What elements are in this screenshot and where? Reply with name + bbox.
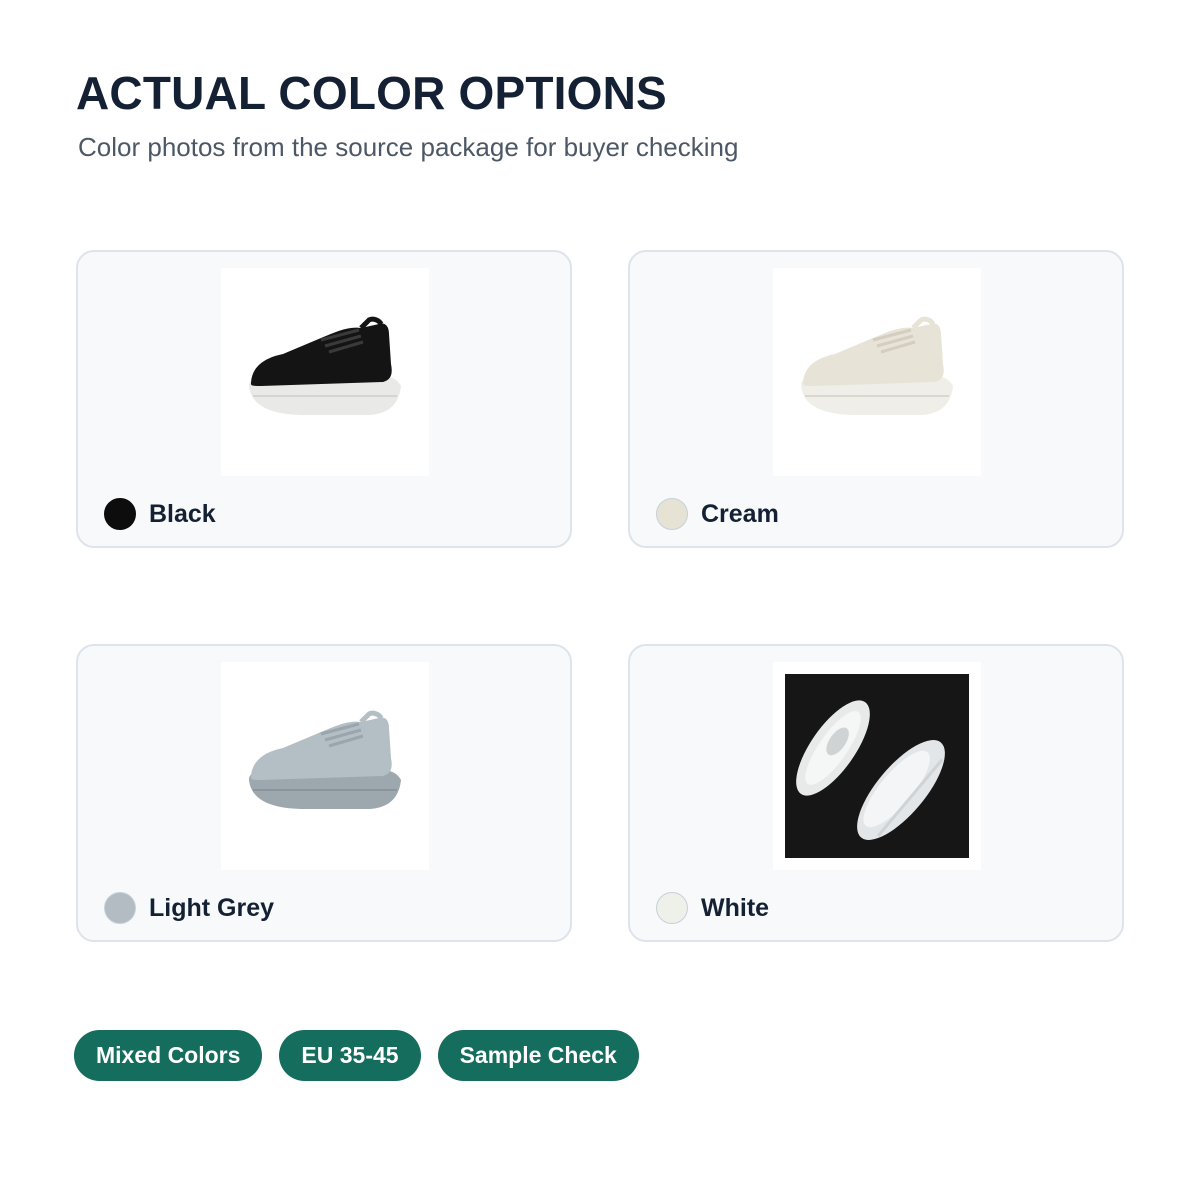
color-label-cream: Cream (701, 500, 779, 528)
black-swatch (104, 498, 136, 530)
tag-mixed-colors[interactable]: Mixed Colors (74, 1030, 263, 1081)
white-swatch (656, 892, 688, 924)
tag-list: Mixed Colors EU 35-45 Sample Check (74, 1030, 639, 1081)
color-option-card-light-grey[interactable]: Light Grey (76, 644, 572, 942)
color-label-black: Black (149, 500, 216, 528)
color-label-white: White (701, 894, 770, 922)
light-grey-swatch (104, 892, 136, 924)
page-subtitle: Color photos from the source package for… (78, 132, 739, 162)
white-sneaker-pair-photo (773, 662, 981, 870)
black-sneaker-photo (221, 268, 429, 476)
cream-swatch (656, 498, 688, 530)
tag-size-range[interactable]: EU 35-45 (279, 1030, 421, 1081)
color-option-card-white[interactable]: White (628, 644, 1124, 942)
tag-sample-check[interactable]: Sample Check (437, 1030, 639, 1081)
color-label-light-grey: Light Grey (149, 894, 275, 922)
color-option-card-black[interactable]: Black (76, 250, 572, 548)
page-title: ACTUAL COLOR OPTIONS (76, 67, 667, 119)
light-grey-sneaker-photo (221, 662, 429, 870)
cream-sneaker-photo (773, 268, 981, 476)
color-option-card-cream[interactable]: Cream (628, 250, 1124, 548)
